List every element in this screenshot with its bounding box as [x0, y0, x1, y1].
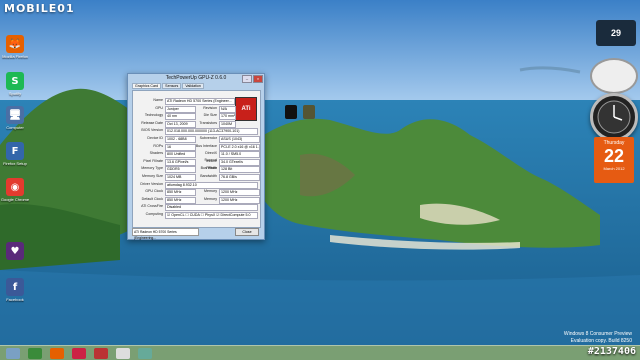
- taskbar: [0, 345, 640, 360]
- row-label: Device ID: [147, 136, 163, 140]
- tab-bar: Graphics Card Sensors Validation: [128, 83, 264, 89]
- row-label: Driver Version: [140, 181, 163, 186]
- tab-graphics-card[interactable]: Graphics Card: [132, 83, 162, 89]
- row-label-2: Bandwidth: [200, 174, 217, 178]
- row-label: Release Date: [141, 120, 163, 125]
- row-label-2: Die Size: [203, 113, 217, 118]
- watermark-logo: MOBILE01: [4, 2, 75, 15]
- desktop-icon-firefox[interactable]: 🦊 Mozilla Firefox: [0, 35, 30, 59]
- desktop-icon-firefox-setup[interactable]: F Firefox Setup: [0, 142, 30, 166]
- watermark-id: #2137406: [587, 346, 636, 357]
- close-icon[interactable]: ×: [253, 75, 263, 83]
- desktop-icon-row: [285, 105, 315, 119]
- window-titlebar[interactable]: TechPowerUp GPU-Z 0.6.0 – ×: [128, 74, 264, 83]
- desktop-icon-label: Facebook: [6, 297, 24, 302]
- desktop-icon-computer[interactable]: 🖥 Computer: [0, 106, 30, 130]
- calendar-gadget[interactable]: Thursday 22 March 2012: [594, 137, 634, 183]
- computer-icon: 🖥: [6, 106, 24, 124]
- row-label-2: Transistors: [199, 120, 217, 125]
- row-label: Default Clock: [141, 196, 163, 201]
- ie-icon[interactable]: [6, 348, 20, 359]
- row-label: Pixel Fillrate: [143, 158, 163, 163]
- firefox-taskbar-icon[interactable]: [50, 348, 64, 359]
- desktop-icon-label: Mozilla Firefox: [2, 54, 28, 59]
- app-icon: ♥: [6, 242, 24, 260]
- graphics-card-panel: ATi Name ATI Radeon HD 5700 Series (Engin…: [132, 90, 261, 228]
- row-label: Shaders: [149, 151, 163, 156]
- desktop-icon-spotify[interactable]: S Spotify: [0, 72, 30, 96]
- desktop: MOBILE01 🦊 Mozilla Firefox S Spotify 🖥 C…: [0, 0, 640, 360]
- gpuz-taskbar-icon[interactable]: [116, 348, 130, 359]
- row-label: GPU: [155, 105, 163, 110]
- row-label: Name: [153, 98, 163, 102]
- desktop-icon-label: Google Chrome: [0, 197, 30, 202]
- row-label: GPU Clock: [145, 189, 163, 194]
- row-label-2: Memory: [204, 196, 217, 201]
- facebook-icon: f: [6, 278, 24, 296]
- tab-validation[interactable]: Validation: [182, 83, 204, 89]
- desktop-icon-app[interactable]: ♥: [0, 242, 30, 261]
- cpu-meter-gadget[interactable]: [590, 58, 638, 94]
- card-select[interactable]: ATI Radeon HD 5700 Series (Engineering..…: [132, 228, 199, 240]
- clock-face-icon: [597, 100, 631, 134]
- desktop-icon-label: Firefox Setup: [3, 161, 27, 166]
- row-value: ☑ OpenCL ☐ CUDA ☐ PhysX ☑ DirectCompute …: [165, 212, 258, 219]
- row-label-2: Bus Width: [200, 166, 217, 171]
- row-label: Technology: [144, 113, 163, 118]
- bottom-bar: ATI Radeon HD 5700 Series (Engineering..…: [132, 228, 259, 240]
- clock-gadget[interactable]: [590, 93, 638, 141]
- setup-icon: F: [6, 142, 24, 160]
- calendar-month: March 2012: [603, 166, 625, 171]
- spotify-icon: S: [6, 72, 24, 90]
- calendar-date: 22: [603, 146, 625, 166]
- row-label: Memory Size: [142, 174, 163, 178]
- gpuz-window: TechPowerUp GPU-Z 0.6.0 – × Graphics Car…: [127, 73, 265, 240]
- weather-value: 29: [610, 28, 621, 38]
- windows-version-line: Windows 8 Consumer Preview: [563, 331, 632, 337]
- row-label-2: Memory: [204, 189, 217, 194]
- taskbar-app-icon[interactable]: [138, 348, 152, 359]
- window-title: TechPowerUp GPU-Z 0.6.0: [165, 75, 227, 81]
- row-label-2: Revision: [203, 105, 217, 110]
- desktop-icon-label: Computer: [6, 125, 24, 130]
- row-label: BIOS Version: [141, 128, 163, 133]
- row-label-2: Bus Interface: [195, 143, 217, 148]
- windows-build-line: Evaluation copy. Build 8250: [570, 338, 632, 344]
- row-label: ATI CrossFire: [141, 204, 163, 209]
- weather-gadget[interactable]: 29: [596, 20, 636, 46]
- row-label: Memory Type: [141, 166, 163, 171]
- desktop-shortcut-icon[interactable]: [303, 105, 315, 119]
- row-label: Computing: [145, 212, 163, 216]
- windows-version-text: Windows 8 Consumer Preview Evaluation co…: [564, 331, 632, 345]
- taskbar-app-icon[interactable]: [94, 348, 108, 359]
- tab-sensors[interactable]: Sensors: [162, 83, 182, 89]
- row-label: ROPs: [153, 143, 163, 148]
- explorer-icon[interactable]: [28, 348, 42, 359]
- desktop-shortcut-icon[interactable]: [285, 105, 297, 119]
- wallpaper: [0, 0, 640, 360]
- firefox-icon: 🦊: [6, 35, 24, 53]
- taskbar-app-icon[interactable]: [72, 348, 86, 359]
- desktop-icon-label: Spotify: [8, 91, 22, 96]
- desktop-icon-facebook[interactable]: f Facebook: [0, 278, 30, 302]
- desktop-icon-chrome[interactable]: ◉ Google Chrome: [0, 178, 30, 202]
- gpuz-row: Computing ☑ OpenCL ☐ CUDA ☐ PhysX ☑ Direc…: [133, 211, 260, 219]
- chrome-icon: ◉: [6, 178, 24, 196]
- minimize-button[interactable]: –: [242, 75, 252, 83]
- row-label-2: Subvendor: [199, 136, 217, 140]
- close-button[interactable]: Close: [235, 228, 259, 236]
